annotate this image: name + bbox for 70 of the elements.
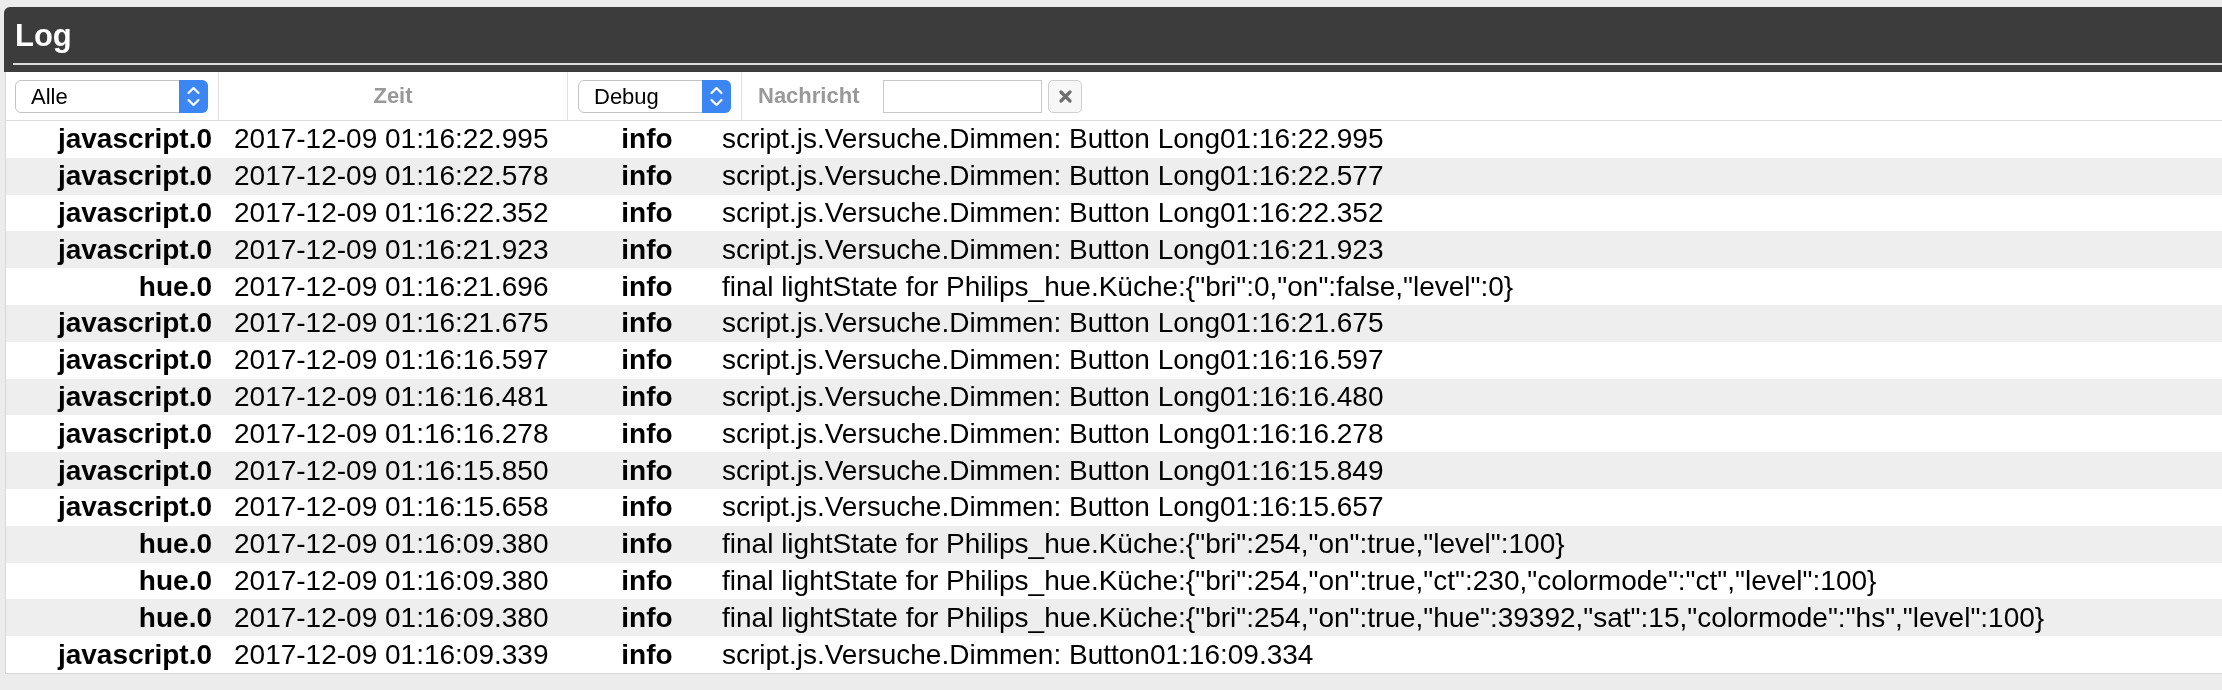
source-name: javascript.0 <box>57 417 212 449</box>
log-level: info <box>621 491 673 523</box>
log-message: script.js.Versuche.Dimmen: Button01:16:09.334 <box>722 638 1314 670</box>
log-message: script.js.Versuche.Dimmen: Button Long01:16:21.675 <box>722 307 1384 339</box>
dropdown-chevrons-icon <box>179 79 208 113</box>
log-level: info <box>621 344 673 376</box>
source-name: hue.0 <box>138 564 212 596</box>
source-name: javascript.0 <box>57 233 212 265</box>
timestamp: 2017-12-09 01:16:09.380 <box>234 564 549 596</box>
source-name: javascript.0 <box>57 307 212 339</box>
window-title: Log <box>15 19 72 51</box>
log-message: final lightState for Philips_hue.Küche:{"bri":0,"on":false,"level":0} <box>722 270 1514 302</box>
log-level: info <box>621 454 673 486</box>
source-name: hue.0 <box>138 528 212 560</box>
source-name: javascript.0 <box>57 123 212 155</box>
log-level: info <box>621 417 673 449</box>
clear-filter-button[interactable] <box>1048 79 1083 113</box>
log-level: info <box>621 270 673 302</box>
log-message: script.js.Versuche.Dimmen: Button Long01:16:16.597 <box>722 344 1384 376</box>
timestamp: 2017-12-09 01:16:22.352 <box>234 197 549 228</box>
timestamp: 2017-12-09 01:16:09.380 <box>234 528 549 560</box>
log-message: final lightState for Philips_hue.Küche:{"bri":254,"on":true,"hue":39392,"sat":15,"colormode":"hs","level":100} <box>722 601 2045 633</box>
log-message: script.js.Versuche.Dimmen: Button Long01:16:15.657 <box>722 491 1384 523</box>
log-level: info <box>621 307 673 339</box>
timestamp: 2017-12-09 01:16:16.278 <box>234 417 549 449</box>
timestamp: 2017-12-09 01:16:22.995 <box>234 123 549 155</box>
log-level: info <box>621 380 673 412</box>
log-message: final lightState for Philips_hue.Küche:{"bri":254,"on":true,"level":100} <box>722 528 1565 560</box>
source-name: javascript.0 <box>57 160 212 192</box>
log-message: script.js.Versuche.Dimmen: Button Long01:16:16.278 <box>722 417 1384 449</box>
source-name: javascript.0 <box>57 197 212 228</box>
timestamp: 2017-12-09 01:16:09.380 <box>234 601 549 633</box>
timestamp: 2017-12-09 01:16:21.696 <box>234 270 549 302</box>
log-message: script.js.Versuche.Dimmen: Button Long01:16:22.577 <box>722 160 1384 192</box>
message-filter-field[interactable] <box>883 79 1043 113</box>
time-column-header: Zeit <box>373 85 413 107</box>
log-message: script.js.Versuche.Dimmen: Button Long01:16:22.352 <box>722 197 1384 228</box>
source-name: javascript.0 <box>57 380 212 412</box>
source-name: javascript.0 <box>57 638 212 670</box>
timestamp: 2017-12-09 01:16:15.658 <box>234 491 549 523</box>
source-name: hue.0 <box>138 601 212 633</box>
level-select[interactable]: Debug <box>578 79 731 113</box>
log-message: script.js.Versuche.Dimmen: Button Long01:16:15.849 <box>722 454 1384 486</box>
log-message: script.js.Versuche.Dimmen: Button Long01:16:21.923 <box>722 233 1384 265</box>
message-column-header: Nachricht <box>758 85 860 107</box>
close-icon <box>1059 89 1072 103</box>
log-message: script.js.Versuche.Dimmen: Button Long01:16:22.995 <box>722 123 1384 155</box>
dropdown-chevrons-icon <box>702 79 731 113</box>
source-name: hue.0 <box>138 270 212 302</box>
log-level: info <box>621 197 673 228</box>
source-name: javascript.0 <box>57 454 212 486</box>
log-message: final lightState for Philips_hue.Küche:{"bri":254,"on":true,"ct":230,"colormode":"ct","level":100} <box>722 564 1877 596</box>
log-level: info <box>621 160 673 192</box>
log-level: info <box>621 638 673 670</box>
log-level: info <box>621 528 673 560</box>
log-level: info <box>621 233 673 265</box>
source-name: javascript.0 <box>57 491 212 523</box>
log-level: info <box>621 601 673 633</box>
timestamp: 2017-12-09 01:16:22.578 <box>234 160 549 192</box>
timestamp: 2017-12-09 01:16:15.850 <box>234 454 549 486</box>
log-message: script.js.Versuche.Dimmen: Button Long01:16:16.480 <box>722 380 1384 412</box>
timestamp: 2017-12-09 01:16:16.481 <box>234 380 549 412</box>
log-level: info <box>621 564 673 596</box>
timestamp: 2017-12-09 01:16:16.597 <box>234 344 549 376</box>
source-select[interactable]: Alle <box>15 79 208 113</box>
timestamp: 2017-12-09 01:16:09.339 <box>234 638 549 670</box>
timestamp: 2017-12-09 01:16:21.675 <box>234 307 549 339</box>
log-level: info <box>621 123 673 155</box>
timestamp: 2017-12-09 01:16:21.923 <box>234 233 549 265</box>
source-name: javascript.0 <box>57 344 212 376</box>
